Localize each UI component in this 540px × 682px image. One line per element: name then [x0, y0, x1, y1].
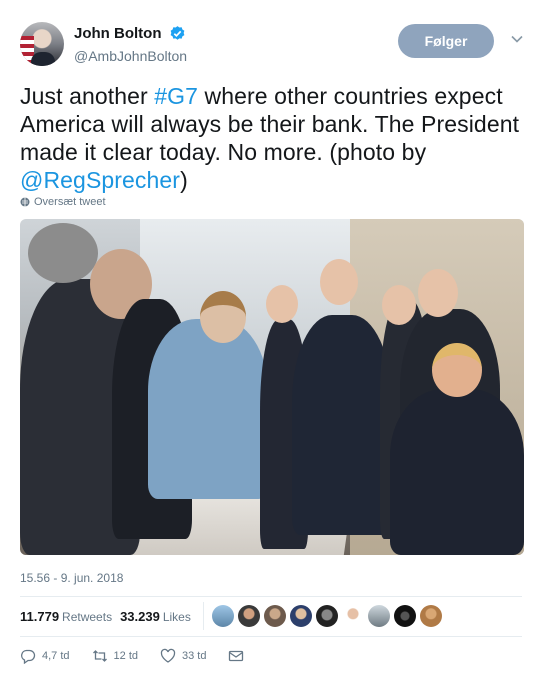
- translate-label[interactable]: Oversæt tweet: [34, 196, 106, 208]
- verified-badge-icon: [170, 26, 185, 41]
- photo-head: [382, 285, 416, 325]
- tweet-text-part: Just another: [20, 83, 155, 109]
- divider: [20, 636, 522, 637]
- like-count: 33 td: [182, 650, 207, 662]
- translate-tweet-link[interactable]: Oversæt tweet: [20, 196, 106, 208]
- tweet-timestamp[interactable]: 15.56 - 9. jun. 2018: [20, 571, 123, 585]
- tweet-stats: 11.779 Retweets 33.239 Likes: [20, 598, 522, 634]
- tweet-text-part: ): [180, 167, 188, 193]
- photo-figure: [292, 315, 392, 535]
- liker-avatars: [211, 605, 442, 627]
- avatar-suit: [31, 52, 55, 66]
- envelope-icon: [229, 650, 244, 662]
- liker-avatar[interactable]: [237, 605, 260, 627]
- liker-avatar[interactable]: [419, 605, 442, 627]
- liker-avatar[interactable]: [315, 605, 338, 627]
- tweet-text: Just another #G7 where other countries e…: [20, 82, 525, 194]
- reply-icon: [21, 649, 36, 664]
- tweet-photo[interactable]: [20, 219, 524, 555]
- photo-head: [266, 285, 298, 323]
- heart-icon: [160, 648, 176, 663]
- divider: [20, 596, 522, 597]
- photo-head: [320, 259, 358, 305]
- chevron-down-icon[interactable]: [510, 32, 524, 46]
- retweet-button[interactable]: 12 td: [92, 648, 138, 664]
- mention-link[interactable]: @RegSprecher: [20, 167, 180, 193]
- photo-figure: [148, 319, 268, 499]
- photo-head: [28, 223, 98, 283]
- following-button[interactable]: Følger: [398, 24, 494, 58]
- reply-count: 4,7 td: [42, 650, 70, 662]
- tweet-actions: 4,7 td 12 td 33 td: [20, 648, 272, 664]
- retweets-label: Retweets: [62, 609, 113, 624]
- tweet-header: John Bolton @AmbJohnBolton Følger: [20, 18, 525, 70]
- liker-avatar[interactable]: [367, 605, 390, 627]
- reply-button[interactable]: 4,7 td: [20, 648, 70, 664]
- liker-avatar[interactable]: [211, 605, 234, 627]
- like-button[interactable]: 33 td: [160, 648, 206, 664]
- photo-head: [418, 269, 458, 317]
- display-name[interactable]: John Bolton: [74, 25, 161, 42]
- liker-avatar[interactable]: [341, 605, 364, 627]
- retweet-icon: [92, 650, 107, 662]
- globe-icon: [20, 197, 30, 207]
- likes-stat[interactable]: 33.239 Likes: [120, 609, 191, 624]
- retweet-count: 12 td: [113, 650, 138, 662]
- photo-head: [200, 291, 246, 343]
- photo-figure: [390, 389, 524, 555]
- user-name-block[interactable]: John Bolton @AmbJohnBolton: [74, 25, 187, 64]
- direct-message-button[interactable]: [228, 648, 250, 664]
- retweets-stat[interactable]: 11.779 Retweets: [20, 609, 112, 624]
- likes-count: 33.239: [120, 608, 160, 624]
- likes-label: Likes: [162, 609, 191, 624]
- user-handle[interactable]: @AmbJohnBolton: [74, 48, 187, 64]
- stats-separator: [202, 602, 204, 630]
- photo-head: [432, 343, 482, 397]
- liker-avatar[interactable]: [263, 605, 286, 627]
- hashtag-link[interactable]: #G7: [154, 83, 198, 109]
- retweets-count: 11.779: [20, 608, 60, 624]
- liker-avatar[interactable]: [289, 605, 312, 627]
- liker-avatar[interactable]: [393, 605, 416, 627]
- avatar[interactable]: [20, 22, 64, 66]
